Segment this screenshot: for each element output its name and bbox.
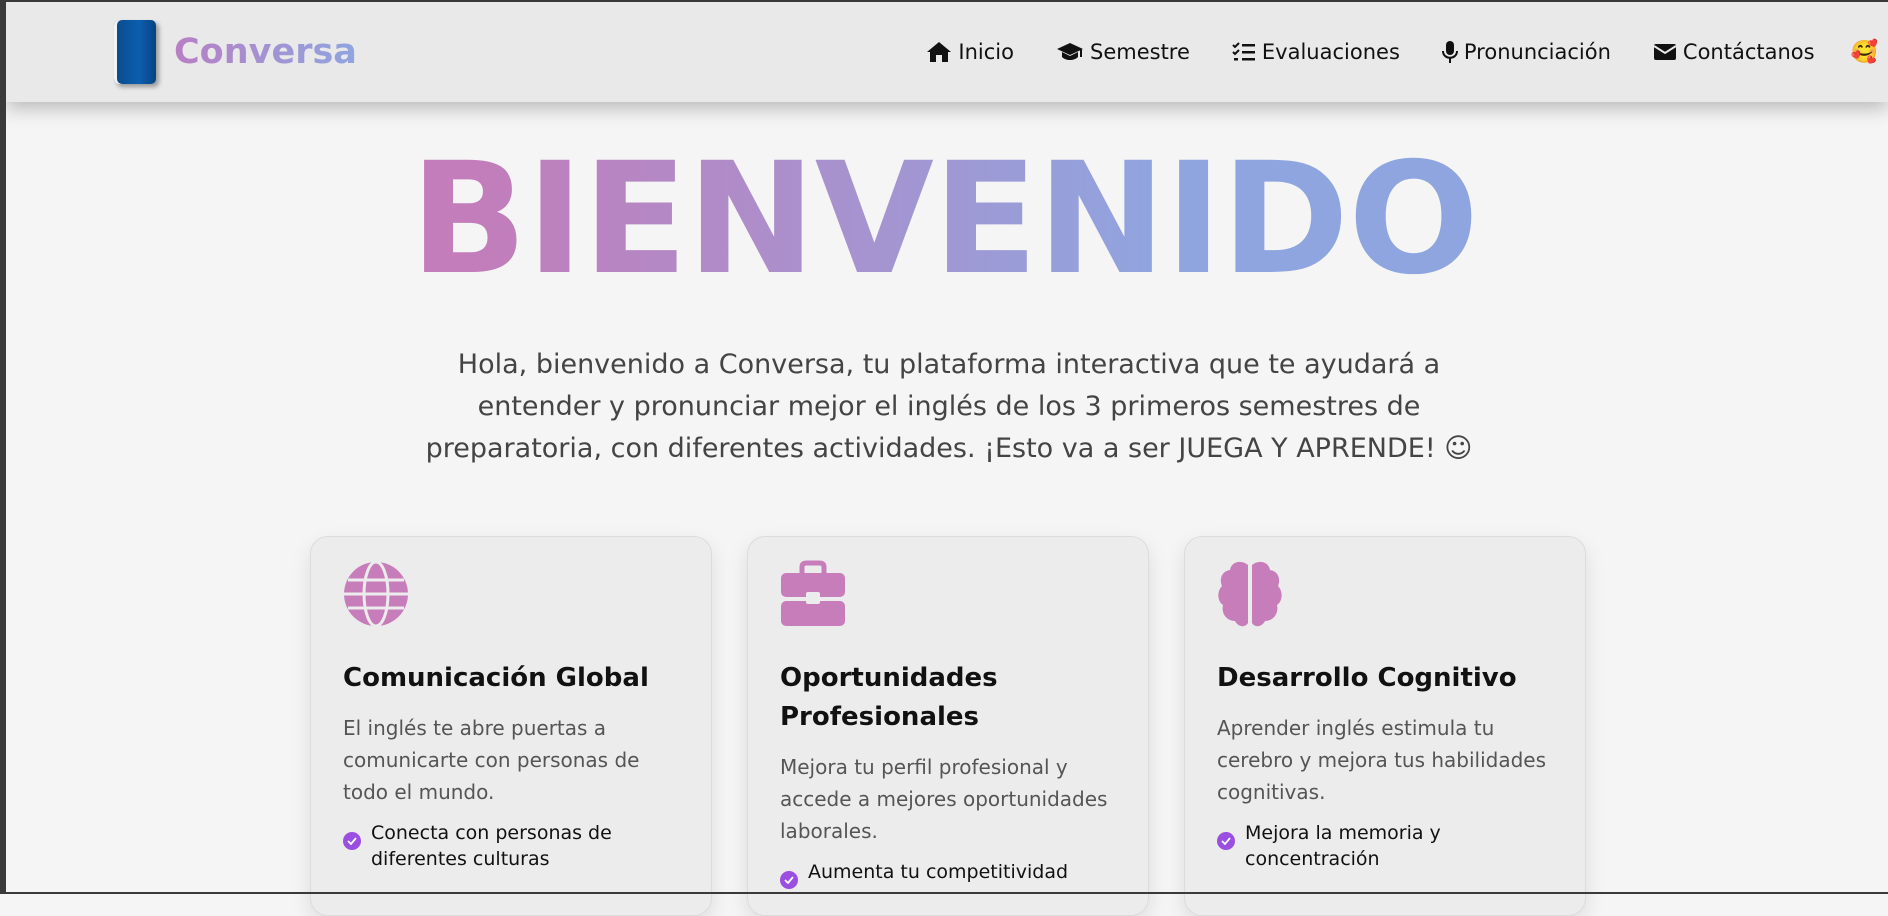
nav-item-semestre[interactable]: Semestre [1056, 40, 1190, 64]
globe-icon [344, 560, 408, 628]
check-circle-icon [343, 832, 361, 850]
card-feature: Conecta con personas de diferentes cultu… [343, 820, 679, 872]
user-avatar[interactable]: 🥰 [1851, 40, 1878, 65]
briefcase-icon [781, 560, 845, 626]
card-title: Desarrollo Cognitivo [1217, 663, 1517, 693]
nav-label: Contáctanos [1682, 40, 1815, 64]
main-nav: Inicio Semestre Evaluaciones Pronunciaci… [884, 2, 1878, 102]
brand-name: Conversa [174, 32, 357, 72]
nav-item-inicio[interactable]: Inicio [926, 40, 1014, 64]
card-description: Mejora tu perfil profesional y accede a … [780, 755, 1108, 843]
card-feature-text: Aumenta tu competitividad [808, 861, 1069, 883]
card-oportunidades-profesionales: Oportunidades Profesionales Mejora tu pe… [747, 536, 1149, 916]
card-feature-text: Mejora la memoria y concentración [1245, 822, 1441, 870]
top-navbar: Conversa Inicio Semestre Evaluaciones Pr… [6, 2, 1888, 102]
card-feature-text: Conecta con personas de diferentes cultu… [371, 822, 612, 870]
card-desarrollo-cognitivo: Desarrollo Cognitivo Aprender inglés est… [1184, 536, 1586, 916]
brand[interactable]: Conversa [114, 20, 357, 84]
nav-item-pronunciacion[interactable]: Pronunciación [1441, 40, 1611, 64]
card-comunicacion-global: Comunicación Global El inglés te abre pu… [310, 536, 712, 916]
card-feature: Aumenta tu competitividad [780, 859, 1116, 889]
envelope-icon [1653, 44, 1677, 60]
graduation-cap-icon [1057, 43, 1083, 60]
nav-label: Pronunciación [1463, 40, 1611, 64]
home-icon [927, 42, 952, 62]
nav-item-evaluaciones[interactable]: Evaluaciones [1232, 40, 1400, 64]
card-title: Oportunidades Profesionales [780, 663, 998, 732]
nav-item-contactanos[interactable]: Contáctanos [1653, 40, 1815, 64]
check-circle-icon [780, 871, 798, 889]
book-logo-icon [114, 20, 156, 84]
card-title: Comunicación Global [343, 663, 649, 693]
hero-text: Hola, bienvenido a Conversa, tu platafor… [425, 349, 1473, 464]
card-description: Aprender inglés estimula tu cerebro y me… [1217, 716, 1547, 804]
checklist-icon [1232, 42, 1255, 61]
nav-label: Semestre [1090, 40, 1190, 64]
card-description: El inglés te abre puertas a comunicarte … [343, 716, 640, 804]
card-feature: Mejora la memoria y concentración [1217, 820, 1553, 872]
check-circle-icon [1217, 832, 1235, 850]
hero-title: BIENVENIDO [0, 140, 1888, 300]
brain-icon [1218, 561, 1282, 627]
nav-label: Evaluaciones [1261, 40, 1400, 64]
microphone-icon [1441, 41, 1458, 63]
nav-label: Inicio [958, 40, 1014, 64]
